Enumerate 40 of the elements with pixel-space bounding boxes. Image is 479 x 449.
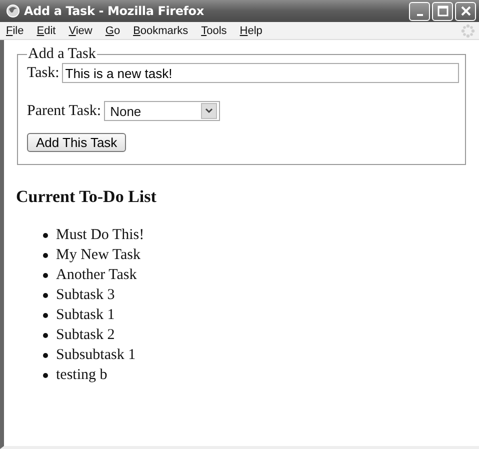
task-item: Subtask 3 [56, 286, 115, 304]
window-title: Add a Task - Mozilla Firefox [24, 4, 205, 18]
parent-task-dropdown[interactable]: None [104, 101, 220, 121]
list-heading: Current To-Do List [16, 187, 158, 207]
menu-item[interactable]: Go [105, 24, 120, 36]
bullet-icon [43, 332, 48, 338]
bullet-icon [43, 372, 48, 378]
menu-item[interactable]: Bookmarks [133, 24, 188, 36]
close-button[interactable] [455, 2, 476, 20]
throbber-icon [461, 24, 475, 38]
task-item: testing b [56, 366, 108, 384]
task-label: Task: [27, 64, 60, 82]
task-item: Must Do This! [56, 226, 144, 244]
menu-item[interactable]: Edit [36, 24, 56, 36]
bullet-icon [43, 272, 48, 278]
add-task-button[interactable]: Add This Task [27, 133, 126, 152]
close-icon [460, 5, 472, 17]
task-field[interactable]: This is a new task! [62, 63, 459, 83]
bullet-icon [43, 292, 48, 298]
minimize-button[interactable] [409, 2, 430, 20]
task-item: Subtask 2 [56, 326, 115, 344]
group-title: Add a Task [27, 46, 97, 63]
menu-item[interactable]: Help [240, 24, 262, 36]
bullet-icon [43, 312, 48, 318]
maximize-button[interactable] [432, 2, 453, 20]
menu-item[interactable]: File [6, 24, 24, 36]
browser-logo-icon [6, 4, 20, 18]
menu-item[interactable]: View [68, 24, 92, 36]
task-item: Another Task [56, 266, 137, 284]
task-item: My New Task [56, 246, 140, 264]
menu-item[interactable]: Tools [201, 24, 227, 36]
minimize-icon [416, 14, 422, 16]
bullet-icon [43, 232, 48, 238]
bullet-icon [43, 352, 48, 358]
bullet-icon [43, 252, 48, 258]
task-item: Subtask 1 [56, 306, 115, 324]
chevron-down-icon [205, 108, 214, 114]
parent-task-label: Parent Task: [27, 102, 102, 120]
task-item: Subsubtask 1 [56, 346, 136, 364]
maximize-icon [436, 5, 448, 17]
